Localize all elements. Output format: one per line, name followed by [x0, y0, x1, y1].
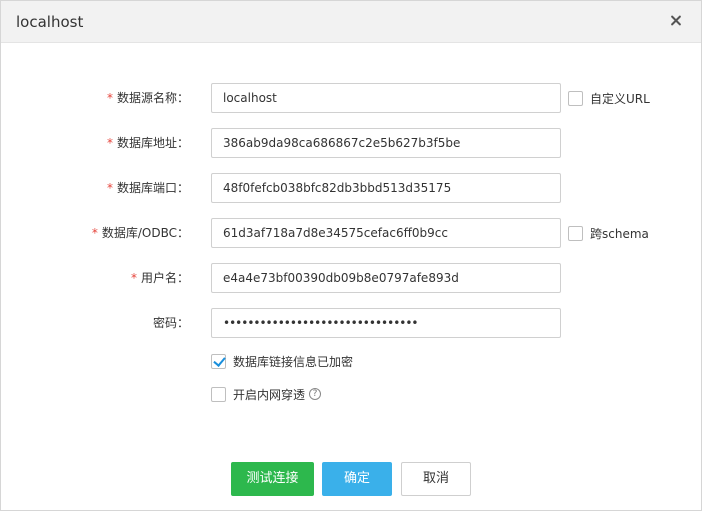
field-label: * 数据库端口：: [106, 181, 189, 195]
username-input[interactable]: [211, 263, 561, 293]
dialog-title: localhost: [16, 13, 84, 31]
datasource-dialog: localhost *数据源名称： 自定义URL *数据库地址： *数据库端口：…: [0, 0, 702, 511]
db-port-input[interactable]: [211, 173, 561, 203]
close-icon[interactable]: [667, 12, 685, 30]
field-row-db-address: * 数据库地址：: [1, 128, 701, 158]
datasource-name-input[interactable]: [211, 83, 561, 113]
encrypt-info-checkbox[interactable]: 数据库链接信息已加密: [211, 353, 353, 369]
checkbox-box[interactable]: [211, 386, 226, 402]
dialog-header: localhost: [1, 1, 701, 43]
field-label: * 用户名：: [130, 271, 189, 285]
field-label: * 数据库/ODBC：: [91, 226, 189, 240]
cross-schema-checkbox[interactable]: 跨schema: [568, 225, 649, 241]
confirm-button[interactable]: 确定: [322, 462, 392, 496]
custom-url-label: 自定义URL: [590, 91, 650, 106]
field-row-password: 密码：: [1, 308, 701, 338]
check-icon[interactable]: [211, 353, 226, 369]
field-row-username: * 用户名：: [1, 263, 701, 293]
required-mark: *: [130, 271, 137, 285]
cancel-button[interactable]: 取消: [401, 462, 471, 496]
field-label: 密码：: [152, 316, 189, 330]
field-row-datasource-name: *数据源名称： 自定义URL: [1, 83, 701, 113]
password-input[interactable]: [211, 308, 561, 338]
help-icon[interactable]: ?: [309, 388, 322, 400]
intranet-checkbox[interactable]: 开启内网穿透 ?: [211, 386, 322, 402]
required-mark: *: [91, 226, 98, 240]
field-row-db-port: * 数据库端口：: [1, 173, 701, 203]
required-mark: *: [106, 136, 113, 150]
encrypt-info-label: 数据库链接信息已加密: [233, 354, 354, 369]
custom-url-checkbox[interactable]: 自定义URL: [568, 90, 650, 106]
checkbox-box[interactable]: [568, 225, 583, 241]
required-mark: *: [106, 181, 113, 195]
required-mark: *: [106, 91, 113, 105]
db-odbc-input[interactable]: [211, 218, 561, 248]
field-row-db-odbc: *数据库/ODBC： 跨schema: [1, 218, 701, 248]
intranet-label: 开启内网穿透: [233, 387, 306, 402]
field-label: * 数据库地址：: [106, 136, 189, 150]
field-label: * 数据源名称：: [106, 91, 189, 105]
cross-schema-label: 跨schema: [590, 226, 649, 241]
checkbox-box[interactable]: [568, 90, 583, 106]
db-address-input[interactable]: [211, 128, 561, 158]
test-connection-button[interactable]: 测试连接: [231, 462, 314, 496]
